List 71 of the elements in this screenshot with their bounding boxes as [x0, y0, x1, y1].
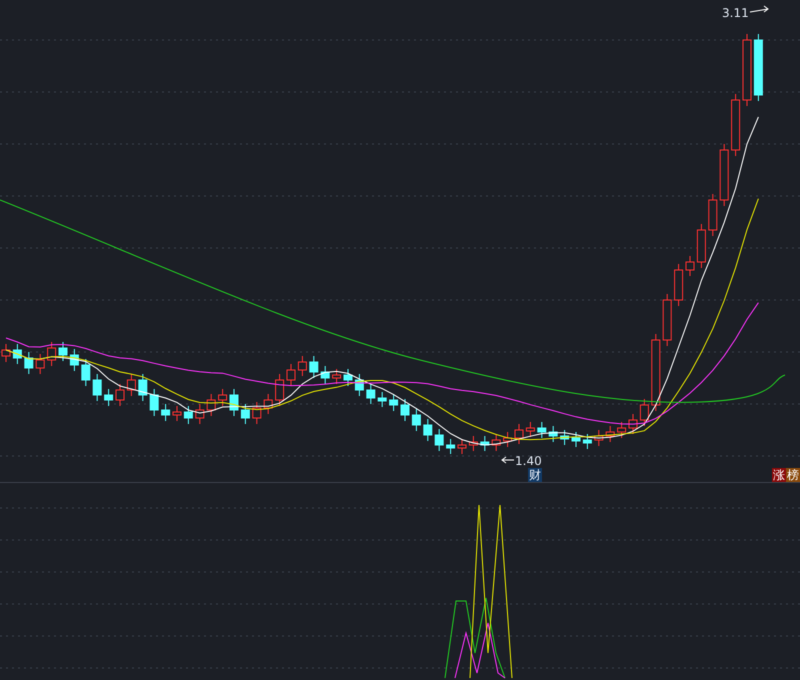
candlestick	[731, 94, 740, 156]
candlestick	[12, 344, 22, 364]
candlestick	[195, 404, 204, 424]
candlestick	[126, 374, 136, 396]
candlestick	[354, 374, 364, 396]
candlestick	[366, 384, 376, 404]
candlestick	[446, 438, 456, 454]
low-price-label: 1.40	[515, 454, 542, 468]
candlestick	[92, 374, 102, 402]
candlestick	[104, 388, 114, 406]
candlestick	[298, 356, 307, 376]
candlestick	[548, 426, 558, 442]
candlestick	[70, 348, 79, 372]
candlestick	[24, 352, 34, 374]
candlestick	[492, 434, 501, 452]
candlestick	[81, 358, 90, 386]
candlestick	[480, 436, 490, 452]
candlestick	[47, 342, 56, 366]
arrow-icon	[750, 6, 769, 12]
candlestick	[434, 428, 444, 452]
candlestick	[184, 406, 193, 424]
candlestick	[458, 438, 466, 454]
candlestick	[468, 436, 478, 452]
candlestick	[606, 426, 615, 442]
candlestick	[344, 368, 352, 386]
candlestick	[686, 256, 694, 276]
candlestick	[161, 404, 170, 422]
candlestick	[389, 394, 398, 412]
candlestick	[172, 406, 182, 422]
candlestick	[423, 418, 432, 442]
candlestick	[514, 424, 524, 444]
candlestick	[674, 264, 684, 306]
candlestick	[36, 354, 45, 374]
candlestick	[332, 368, 342, 384]
candlestick	[230, 388, 238, 416]
candlestick	[617, 422, 626, 438]
candlestick	[309, 356, 318, 378]
candlestick	[537, 422, 546, 438]
tag: 涨	[772, 468, 786, 482]
candlestick	[708, 194, 718, 236]
candlestick	[560, 430, 570, 446]
event-marker: 财	[528, 468, 542, 482]
candlestick	[526, 422, 535, 438]
candlestick	[264, 394, 273, 414]
high-price-label: 3.11	[722, 6, 749, 20]
candlestick	[150, 388, 159, 416]
candlestick	[696, 224, 706, 268]
arrow-icon	[501, 456, 514, 464]
candlestick	[218, 388, 228, 406]
candlestick	[628, 414, 638, 434]
candlestick	[206, 394, 216, 416]
candlestick	[594, 430, 604, 446]
candlestick	[572, 432, 580, 448]
candlestick	[662, 294, 672, 346]
candlestick	[286, 364, 296, 386]
candlestick	[720, 144, 729, 206]
candlestick	[116, 384, 124, 406]
candlestick	[58, 342, 68, 362]
candlestick	[640, 398, 649, 426]
candlestick	[582, 434, 592, 450]
candlestick	[754, 34, 763, 102]
candlestick	[240, 404, 250, 424]
tag: 榜	[786, 468, 800, 482]
candlestick	[412, 408, 421, 432]
candlestick	[400, 398, 410, 422]
candlestick	[378, 392, 387, 408]
candlestick	[138, 374, 148, 402]
candlestick	[275, 374, 284, 406]
candlestick	[320, 366, 330, 384]
candlestick	[503, 432, 512, 448]
candlestick	[252, 402, 262, 424]
